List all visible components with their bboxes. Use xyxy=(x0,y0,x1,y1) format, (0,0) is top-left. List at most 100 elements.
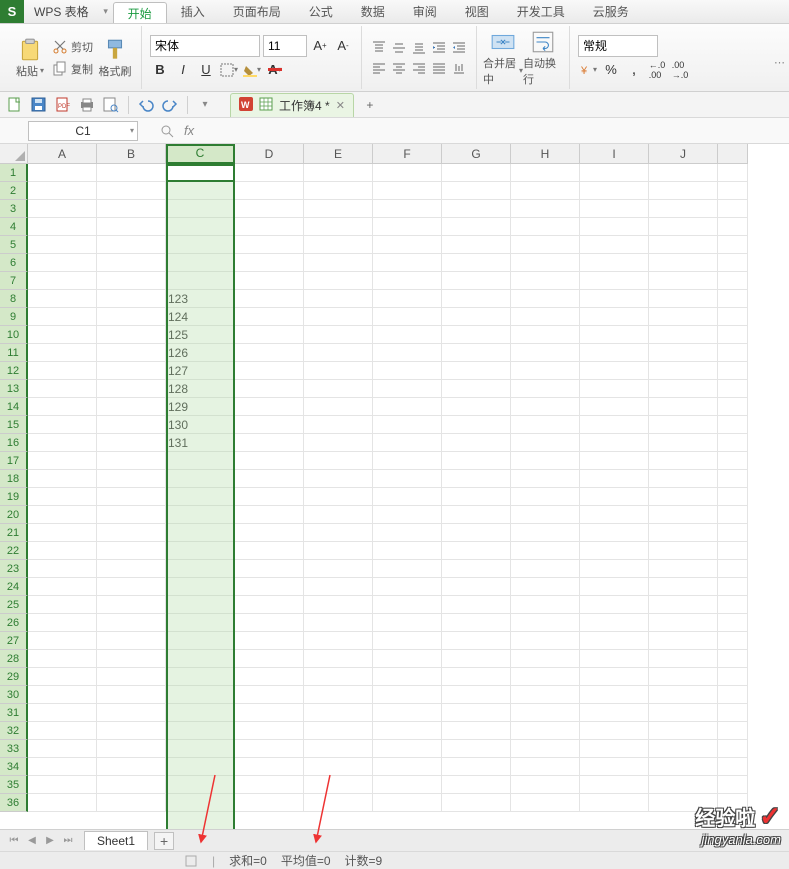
cell-H35[interactable] xyxy=(511,776,580,794)
cell-D13[interactable] xyxy=(235,380,304,398)
cell-A2[interactable] xyxy=(28,182,97,200)
row-header-25[interactable]: 25 xyxy=(0,596,28,614)
cell-G20[interactable] xyxy=(442,506,511,524)
cell-G19[interactable] xyxy=(442,488,511,506)
cell-B13[interactable] xyxy=(97,380,166,398)
cell-H19[interactable] xyxy=(511,488,580,506)
cell-D1[interactable] xyxy=(235,164,304,182)
cell-D32[interactable] xyxy=(235,722,304,740)
cell-A12[interactable] xyxy=(28,362,97,380)
cell-I14[interactable] xyxy=(580,398,649,416)
bold-button[interactable]: B xyxy=(150,60,170,80)
cell-D14[interactable] xyxy=(235,398,304,416)
row-header-11[interactable]: 11 xyxy=(0,344,28,362)
cell-F19[interactable] xyxy=(373,488,442,506)
cell-C25[interactable] xyxy=(166,596,235,614)
cell-C31[interactable] xyxy=(166,704,235,722)
cell-H3[interactable] xyxy=(511,200,580,218)
cell-E25[interactable] xyxy=(304,596,373,614)
cell-J1[interactable] xyxy=(649,164,718,182)
cell-I9[interactable] xyxy=(580,308,649,326)
cell-F18[interactable] xyxy=(373,470,442,488)
cell-D20[interactable] xyxy=(235,506,304,524)
cell-D15[interactable] xyxy=(235,416,304,434)
cell-D9[interactable] xyxy=(235,308,304,326)
cell-D23[interactable] xyxy=(235,560,304,578)
cell-C30[interactable] xyxy=(166,686,235,704)
cell-J14[interactable] xyxy=(649,398,718,416)
cell-J9[interactable] xyxy=(649,308,718,326)
cell-F25[interactable] xyxy=(373,596,442,614)
cell-E31[interactable] xyxy=(304,704,373,722)
cell-F10[interactable] xyxy=(373,326,442,344)
cell-B16[interactable] xyxy=(97,434,166,452)
cell-A9[interactable] xyxy=(28,308,97,326)
col-header-J[interactable]: J xyxy=(649,144,718,164)
cell-I22[interactable] xyxy=(580,542,649,560)
row-header-1[interactable]: 1 xyxy=(0,164,28,182)
align-middle-button[interactable] xyxy=(390,39,408,57)
cell-D8[interactable] xyxy=(235,290,304,308)
cell-B6[interactable] xyxy=(97,254,166,272)
cell-H29[interactable] xyxy=(511,668,580,686)
cell-C20[interactable] xyxy=(166,506,235,524)
cell-I10[interactable] xyxy=(580,326,649,344)
cell-partial-2[interactable] xyxy=(718,182,748,200)
wrap-text-button[interactable]: 自动换行 xyxy=(523,26,563,89)
print-preview-button[interactable] xyxy=(102,96,120,114)
cell-A35[interactable] xyxy=(28,776,97,794)
cell-D28[interactable] xyxy=(235,650,304,668)
copy-button[interactable]: 复制 xyxy=(52,59,93,79)
cell-E30[interactable] xyxy=(304,686,373,704)
new-button[interactable] xyxy=(6,96,24,114)
cell-I15[interactable] xyxy=(580,416,649,434)
row-header-32[interactable]: 32 xyxy=(0,722,28,740)
cell-I7[interactable] xyxy=(580,272,649,290)
cell-A30[interactable] xyxy=(28,686,97,704)
paste-button[interactable]: 粘贴▾ xyxy=(10,26,50,89)
tab-dev-tools[interactable]: 开发工具 xyxy=(503,0,579,23)
cell-I18[interactable] xyxy=(580,470,649,488)
cell-D3[interactable] xyxy=(235,200,304,218)
cell-F36[interactable] xyxy=(373,794,442,812)
cell-D16[interactable] xyxy=(235,434,304,452)
currency-button[interactable]: ¥▾ xyxy=(578,60,598,80)
cell-B24[interactable] xyxy=(97,578,166,596)
cell-partial-5[interactable] xyxy=(718,236,748,254)
cell-B28[interactable] xyxy=(97,650,166,668)
cell-partial-33[interactable] xyxy=(718,740,748,758)
cell-C22[interactable] xyxy=(166,542,235,560)
cell-C34[interactable] xyxy=(166,758,235,776)
cell-I32[interactable] xyxy=(580,722,649,740)
sheet-nav-first[interactable]: ⏮ xyxy=(6,833,22,849)
cell-E19[interactable] xyxy=(304,488,373,506)
select-all-button[interactable] xyxy=(0,144,28,164)
cell-D19[interactable] xyxy=(235,488,304,506)
cell-G13[interactable] xyxy=(442,380,511,398)
cell-C29[interactable] xyxy=(166,668,235,686)
cell-A6[interactable] xyxy=(28,254,97,272)
cell-C26[interactable] xyxy=(166,614,235,632)
close-tab-button[interactable]: ✕ xyxy=(336,99,345,112)
cell-D4[interactable] xyxy=(235,218,304,236)
cell-D24[interactable] xyxy=(235,578,304,596)
cell-A17[interactable] xyxy=(28,452,97,470)
cell-B30[interactable] xyxy=(97,686,166,704)
cell-I4[interactable] xyxy=(580,218,649,236)
cell-J19[interactable] xyxy=(649,488,718,506)
cell-C11[interactable]: 126 xyxy=(166,344,235,362)
cell-J17[interactable] xyxy=(649,452,718,470)
cell-I6[interactable] xyxy=(580,254,649,272)
cell-I8[interactable] xyxy=(580,290,649,308)
cell-F1[interactable] xyxy=(373,164,442,182)
cell-F5[interactable] xyxy=(373,236,442,254)
app-menu-dropdown[interactable]: ▾ xyxy=(99,0,113,23)
cell-H4[interactable] xyxy=(511,218,580,236)
cell-G5[interactable] xyxy=(442,236,511,254)
cell-B14[interactable] xyxy=(97,398,166,416)
row-header-29[interactable]: 29 xyxy=(0,668,28,686)
cell-C17[interactable] xyxy=(166,452,235,470)
cell-H13[interactable] xyxy=(511,380,580,398)
cell-G26[interactable] xyxy=(442,614,511,632)
cell-partial-20[interactable] xyxy=(718,506,748,524)
